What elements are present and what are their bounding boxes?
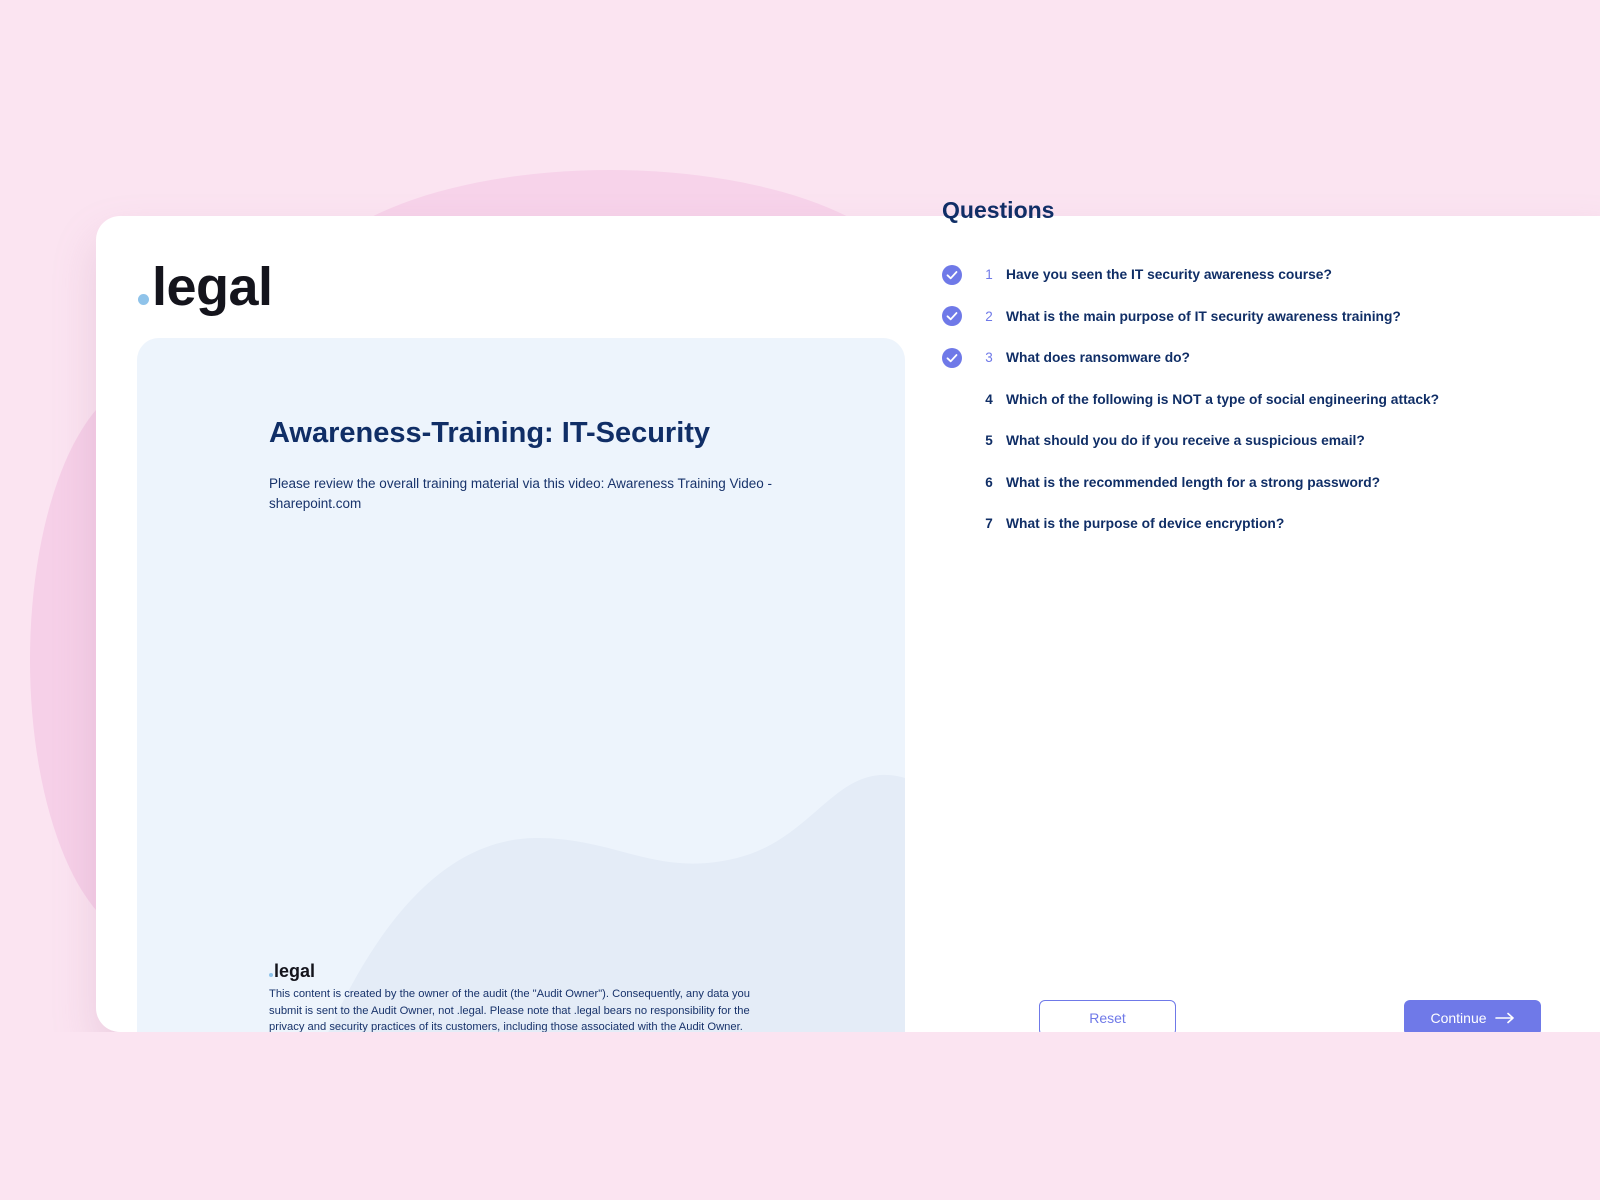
page-bottom-background	[0, 1032, 1600, 1200]
question-text: Which of the following is NOT a type of …	[1006, 391, 1440, 407]
question-text: What is the purpose of device encryption…	[1006, 516, 1285, 532]
question-item-4[interactable]: 4 Which of the following is NOT a type o…	[942, 379, 1462, 421]
questions-list: 1 Have you seen the IT security awarenes…	[942, 254, 1462, 545]
training-title: Awareness-Training: IT-Security	[269, 417, 711, 449]
question-item-5[interactable]: 5 What should you do if you receive a su…	[942, 420, 1462, 462]
questions-title: Questions	[942, 197, 1055, 223]
question-item-1[interactable]: 1 Have you seen the IT security awarenes…	[942, 254, 1462, 296]
footer-logo-dot	[269, 973, 273, 977]
check-circle-icon	[942, 306, 962, 327]
logo-text: legal	[152, 257, 273, 317]
arrow-right-icon	[1494, 1012, 1514, 1024]
check-circle-icon	[942, 264, 962, 285]
question-number: 7	[985, 516, 993, 532]
question-number: 1	[985, 267, 993, 283]
footer-logo: legal	[269, 962, 779, 980]
question-status-empty	[942, 472, 962, 492]
question-text: What does ransomware do?	[1006, 350, 1190, 366]
question-number: 4	[985, 391, 993, 407]
logo-dot	[138, 294, 149, 305]
question-item-2[interactable]: 2 What is the main purpose of IT securit…	[942, 296, 1462, 338]
app-logo: legal	[138, 260, 273, 314]
continue-label: Continue	[1430, 1010, 1487, 1026]
training-panel: Awareness-Training: IT-Security Please r…	[137, 338, 905, 1032]
panel-footer: legal This content is created by the own…	[269, 962, 779, 1032]
question-text: Have you seen the IT security awareness …	[1006, 267, 1332, 283]
question-status-empty	[942, 431, 962, 451]
questions-section: Questions 1 Have you seen the IT securit…	[942, 196, 1462, 545]
continue-button[interactable]: Continue	[1404, 1000, 1541, 1036]
question-text: What is the main purpose of IT security …	[1006, 308, 1401, 324]
disclaimer-text: This content is created by the owner of …	[269, 988, 750, 1032]
question-number: 6	[985, 474, 993, 490]
question-number: 2	[985, 308, 993, 324]
question-text: What should you do if you receive a susp…	[1006, 433, 1365, 449]
question-number: 5	[985, 433, 993, 449]
reset-button[interactable]: Reset	[1039, 1000, 1176, 1036]
check-circle-icon	[942, 347, 962, 368]
question-status-empty	[942, 389, 962, 409]
question-text: What is the recommended length for a str…	[1006, 474, 1381, 490]
question-item-6[interactable]: 6 What is the recommended length for a s…	[942, 462, 1462, 504]
footer-logo-text: legal	[274, 961, 316, 981]
question-number: 3	[985, 350, 993, 366]
question-status-empty	[942, 514, 962, 534]
question-item-7[interactable]: 7 What is the purpose of device encrypti…	[942, 503, 1462, 545]
training-description: Please review the overall training mater…	[269, 476, 773, 511]
question-item-3[interactable]: 3 What does ransomware do?	[942, 337, 1462, 379]
